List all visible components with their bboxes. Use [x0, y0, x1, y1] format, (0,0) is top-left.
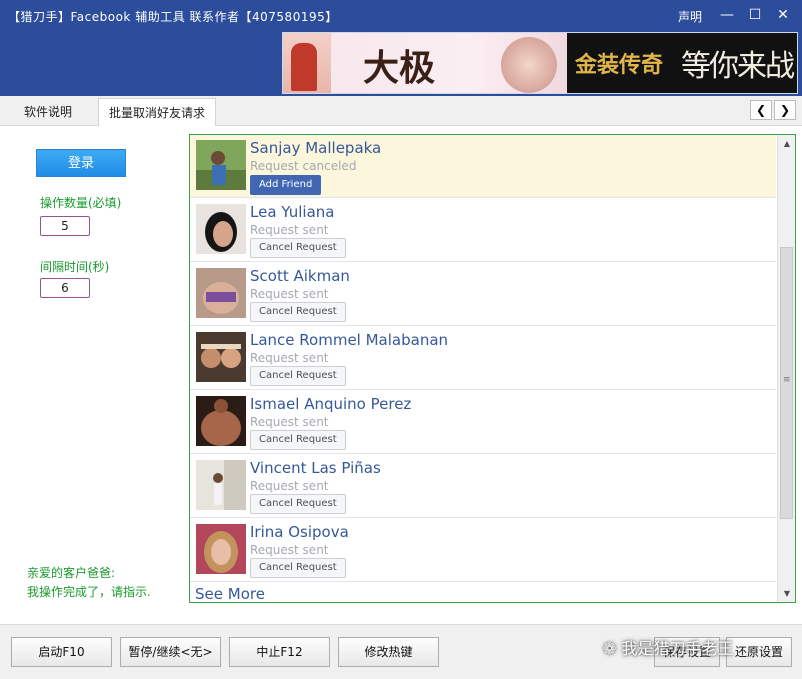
request-status: Request sent	[250, 223, 329, 237]
list-item: Irina Osipova Request sent Cancel Reques…	[190, 519, 776, 582]
cancel-request-button[interactable]: Cancel Request	[250, 430, 346, 450]
cancel-request-button[interactable]: Cancel Request	[250, 366, 346, 386]
count-input[interactable]: 5	[40, 216, 90, 236]
interval-input[interactable]: 6	[40, 278, 90, 298]
avatar[interactable]	[196, 524, 246, 574]
scroll-thumb[interactable]: ≡	[780, 247, 793, 519]
status-message-line2: 我操作完成了，请指示.	[27, 585, 151, 599]
interval-label: 间隔时间(秒)	[40, 260, 110, 274]
avatar[interactable]	[196, 460, 246, 510]
stop-button[interactable]: 中止F12	[229, 637, 330, 667]
avatar[interactable]	[196, 140, 246, 190]
pause-resume-button[interactable]: 暂停/继续<无>	[120, 637, 221, 667]
avatar[interactable]	[196, 204, 246, 254]
restore-settings-button[interactable]: 还原设置	[726, 637, 792, 667]
minimize-icon[interactable]: —	[718, 6, 736, 24]
main-content: 登录 操作数量(必填) 5 间隔时间(秒) 6 亲爱的客户爸爸: 我操作完成了，…	[0, 126, 802, 624]
close-icon[interactable]: ✕	[774, 6, 792, 24]
banner-text-3: 等你来战	[681, 49, 795, 84]
tab-bar: 软件说明 批量取消好友请求 ❮ ❯	[0, 96, 802, 126]
cancel-request-button[interactable]: Cancel Request	[250, 302, 346, 322]
friend-name-link[interactable]: Lance Rommel Malabanan	[250, 331, 448, 349]
tab-prev-icon[interactable]: ❮	[750, 100, 772, 120]
see-more-link[interactable]: See More	[195, 585, 265, 602]
list-item: Lance Rommel Malabanan Request sent Canc…	[190, 327, 776, 390]
list-item: Ismael Anquino Perez Request sent Cancel…	[190, 391, 776, 454]
login-button[interactable]: 登录	[36, 149, 126, 177]
list-item: Scott Aikman Request sent Cancel Request	[190, 263, 776, 326]
banner-model-image	[283, 33, 331, 93]
advertisement-banner[interactable]: 大极 金装传奇 等你来战	[282, 32, 798, 94]
add-friend-button[interactable]: Add Friend	[250, 175, 322, 195]
list-item: Sanjay Mallepaka Request canceled Add Fr…	[190, 135, 776, 198]
friend-name-link[interactable]: Irina Osipova	[250, 523, 349, 541]
window-title: 【猎刀手】Facebook 辅助工具 联系作者【407580195】	[8, 10, 338, 24]
banner-game-promo: 金装传奇 等你来战	[567, 33, 797, 93]
list-item: Lea Yuliana Request sent Cancel Request	[190, 199, 776, 262]
friend-name-link[interactable]: Sanjay Mallepaka	[250, 139, 381, 157]
request-status: Request sent	[250, 415, 329, 429]
banner-text-2: 金装传奇	[575, 52, 664, 78]
edit-hotkeys-button[interactable]: 修改热键	[338, 637, 439, 667]
facebook-request-list: Sanjay Mallepaka Request canceled Add Fr…	[189, 134, 796, 603]
title-bar: 【猎刀手】Facebook 辅助工具 联系作者【407580195】 声明 — …	[0, 0, 802, 32]
banner-character-image	[501, 37, 557, 93]
banner-text-1: 大极	[363, 47, 436, 89]
cancel-request-button[interactable]: Cancel Request	[250, 494, 346, 514]
scroll-down-icon[interactable]: ▼	[778, 585, 795, 602]
tab-batch-cancel-requests[interactable]: 批量取消好友请求	[98, 98, 217, 126]
request-status: Request sent	[250, 479, 329, 493]
grip-icon: ≡	[783, 375, 791, 385]
statement-link[interactable]: 声明	[678, 8, 702, 25]
friend-name-link[interactable]: Ismael Anquino Perez	[250, 395, 411, 413]
banner-game-logo: 大极	[331, 33, 567, 93]
avatar[interactable]	[196, 332, 246, 382]
count-label: 操作数量(必填)	[40, 196, 122, 210]
cancel-request-button[interactable]: Cancel Request	[250, 238, 346, 258]
avatar[interactable]	[196, 268, 246, 318]
request-status: Request canceled	[250, 159, 357, 173]
friend-name-link[interactable]: Scott Aikman	[250, 267, 350, 285]
request-status: Request sent	[250, 543, 329, 557]
bottom-toolbar: 启动F10 暂停/继续<无> 中止F12 修改热键 保存设置 还原设置 ❁ 我是…	[0, 624, 802, 679]
banner-area: 大极 金装传奇 等你来战	[0, 32, 802, 96]
request-status: Request sent	[250, 287, 329, 301]
watermark: ❁ 我是猎刀手老王	[603, 639, 734, 658]
maximize-icon[interactable]: ☐	[746, 6, 764, 24]
cancel-request-button[interactable]: Cancel Request	[250, 558, 346, 578]
friend-name-link[interactable]: Vincent Las Piñas	[250, 459, 381, 477]
tab-next-icon[interactable]: ❯	[774, 100, 796, 120]
request-status: Request sent	[250, 351, 329, 365]
status-message-line1: 亲爱的客户爸爸:	[27, 566, 116, 580]
start-button[interactable]: 启动F10	[11, 637, 112, 667]
vertical-scrollbar[interactable]: ▲ ≡ ▼	[777, 135, 795, 602]
friend-name-link[interactable]: Lea Yuliana	[250, 203, 334, 221]
list-item: Vincent Las Piñas Request sent Cancel Re…	[190, 455, 776, 518]
scroll-up-icon[interactable]: ▲	[778, 135, 795, 152]
tab-software-info[interactable]: 软件说明	[14, 98, 82, 126]
avatar[interactable]	[196, 396, 246, 446]
watermark-text: 我是猎刀手老王	[621, 639, 734, 658]
